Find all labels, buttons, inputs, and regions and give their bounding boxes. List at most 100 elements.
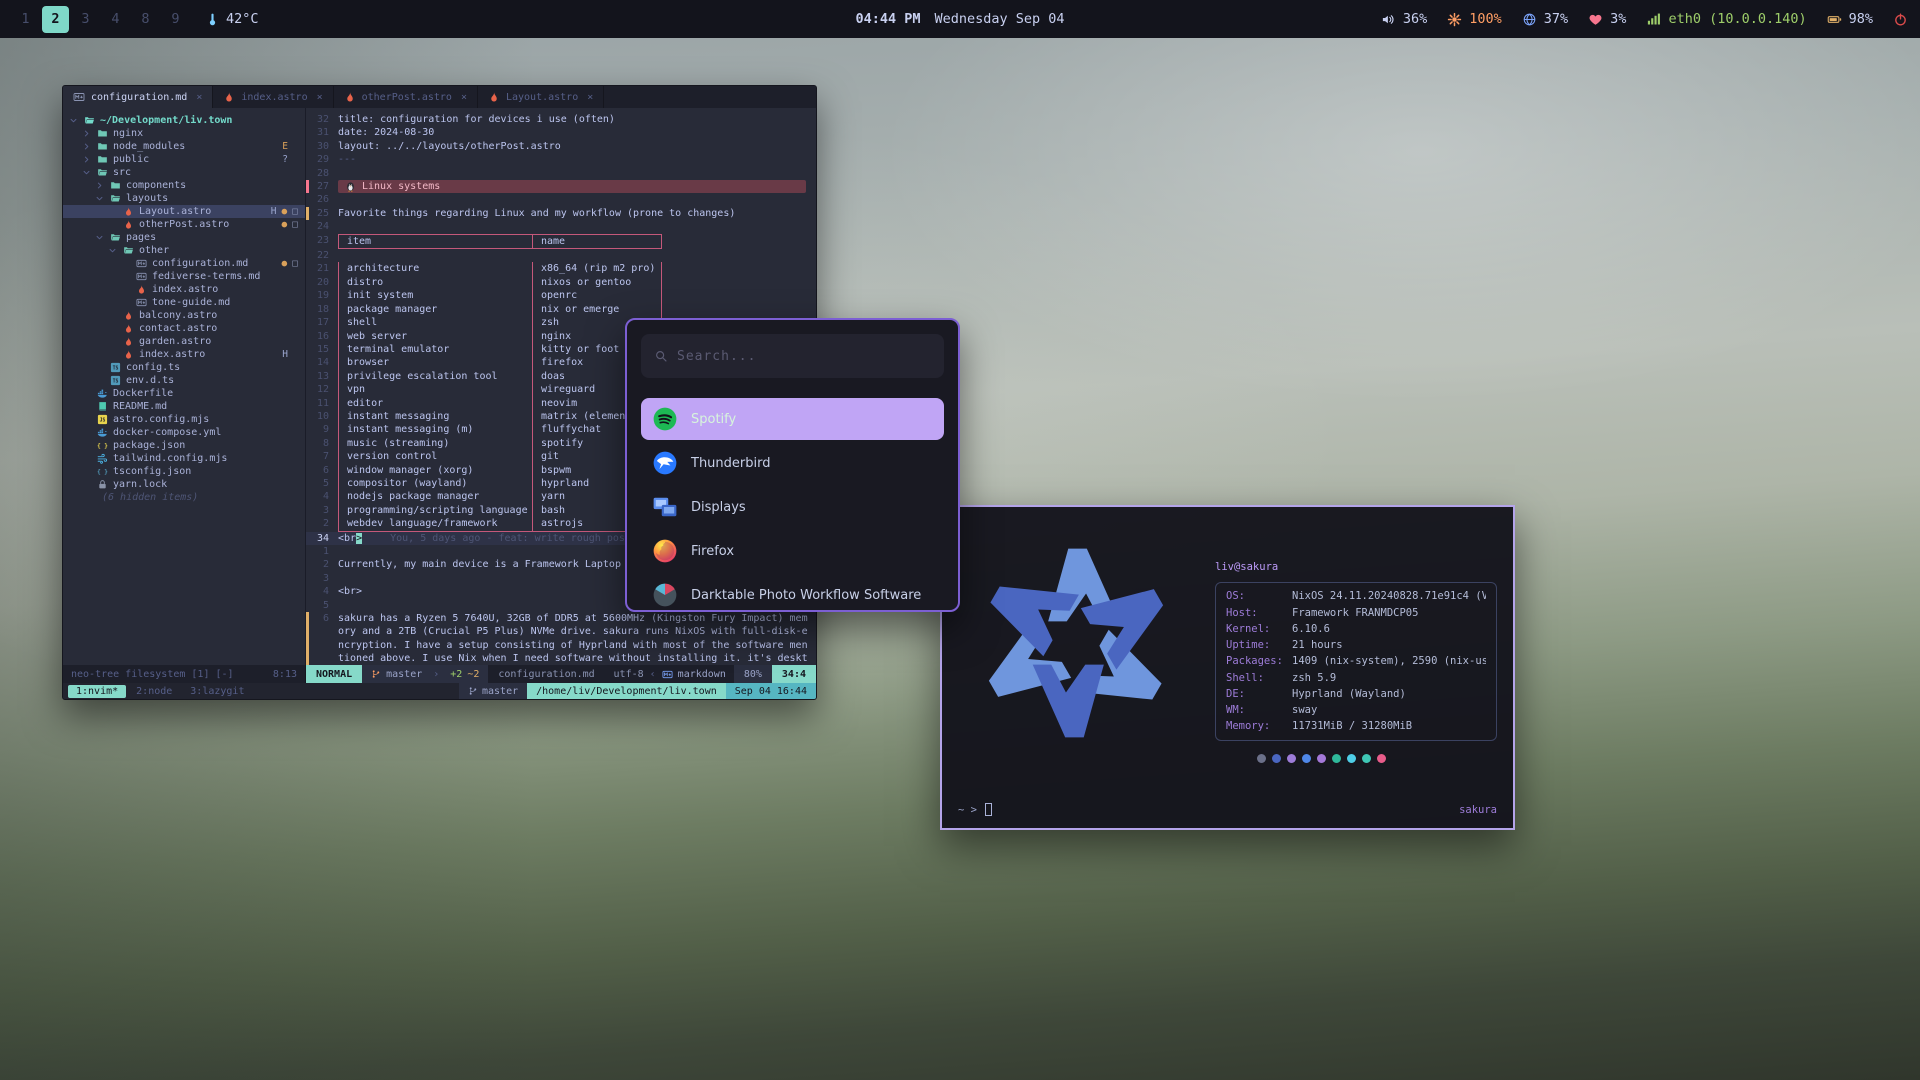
tree-item[interactable]: contact.astro	[63, 322, 305, 335]
tree-item[interactable]: other	[63, 244, 305, 257]
tab-close-button[interactable]: ×	[587, 92, 593, 103]
table-cell-item: programming/scripting language	[338, 504, 532, 517]
launcher-item[interactable]: Spotify	[641, 398, 944, 440]
tmux-window-tab[interactable]: 1:nvim*	[68, 685, 126, 698]
line-number: 19	[312, 289, 338, 302]
tree-item[interactable]: { } package.json	[63, 439, 305, 452]
gutter-sign	[306, 207, 309, 220]
temperature-module[interactable]: 42°C	[205, 11, 259, 27]
tree-item[interactable]: README.md	[63, 400, 305, 413]
tree-item[interactable]: tone-guide.md	[63, 296, 305, 309]
launcher-item-label: Thunderbird	[691, 456, 771, 471]
line-text: title: configuration for devices i use (…	[338, 113, 615, 126]
tree-item[interactable]: garden.astro	[63, 335, 305, 348]
tree-item[interactable]: public ?	[63, 153, 305, 166]
tree-item[interactable]: { } tsconfig.json	[63, 465, 305, 478]
launcher-item[interactable]: Thunderbird	[641, 442, 944, 484]
tree-item[interactable]: layouts	[63, 192, 305, 205]
tree-item[interactable]: tailwind.config.mjs	[63, 452, 305, 465]
palette-dot	[1347, 754, 1356, 763]
line-number: 1	[312, 545, 338, 558]
tree-item[interactable]: index.astro H	[63, 348, 305, 361]
tree-item[interactable]: fediverse-terms.md	[63, 270, 305, 283]
file-type-icon: { }	[97, 466, 108, 477]
tree-item[interactable]: otherPost.astro ● □	[63, 218, 305, 231]
workspace-button[interactable]: 8	[132, 6, 159, 33]
gutter-sign	[306, 383, 309, 396]
tmux-window-tab[interactable]: 2:node	[128, 685, 180, 698]
status-module[interactable]: 3%	[1588, 11, 1626, 27]
table-cell-item: instant messaging	[338, 410, 532, 423]
table-cell-name: nixos or gentoo	[532, 276, 662, 289]
editor-tab[interactable]: otherPost.astro ×	[334, 86, 478, 108]
tree-item[interactable]: JS astro.config.mjs	[63, 413, 305, 426]
workspace-button[interactable]: 3	[72, 6, 99, 33]
gutter-sign	[306, 423, 309, 436]
tree-item[interactable]: ~/Development/liv.town	[63, 114, 305, 127]
power-button[interactable]	[1893, 12, 1908, 27]
git-branch-name: master	[386, 669, 422, 680]
gutter-sign	[306, 599, 309, 612]
tmux-branch-name: master	[482, 686, 518, 697]
clock-module[interactable]: 04:44 PM Wednesday Sep 04	[855, 11, 1064, 27]
workspace-button[interactable]: 9	[162, 6, 189, 33]
tree-item[interactable]: TS config.ts	[63, 361, 305, 374]
module-value: 100%	[1469, 11, 1502, 27]
status-module[interactable]: eth0 (10.0.0.140)	[1646, 11, 1806, 27]
tree-item[interactable]: TS env.d.ts	[63, 374, 305, 387]
line-number: 7	[312, 450, 338, 463]
workspace-button[interactable]: 2	[42, 6, 69, 33]
table-header-name: name	[532, 234, 662, 249]
gutter-sign	[306, 289, 309, 302]
launcher-item-label: Darktable Photo Workflow Software	[691, 588, 921, 603]
tmux-window-tab[interactable]: 3:lazygit	[182, 685, 252, 698]
search-input[interactable]	[677, 349, 931, 364]
tree-item[interactable]: yarn.lock	[63, 478, 305, 491]
status-module[interactable]: 98%	[1827, 11, 1873, 27]
tree-item[interactable]: configuration.md ● □	[63, 257, 305, 270]
gutter-sign	[306, 193, 309, 206]
workspace-button[interactable]: 1	[12, 6, 39, 33]
launcher-item[interactable]: Displays	[641, 486, 944, 528]
git-status-badge: H	[271, 206, 277, 217]
status-module[interactable]: 37%	[1522, 11, 1568, 27]
file-type-icon	[97, 427, 108, 438]
tree-item[interactable]: src	[63, 166, 305, 179]
tree-item[interactable]: pages	[63, 231, 305, 244]
buffer-line: 30 layout: ../../layouts/otherPost.astro	[306, 140, 816, 153]
heading-text: Linux systems	[362, 180, 440, 193]
gutter-sign	[306, 490, 309, 503]
gutter-sign	[306, 167, 309, 180]
tree-item[interactable]: (6 hidden items)	[63, 491, 305, 504]
tab-close-button[interactable]: ×	[461, 92, 467, 103]
editor-tab[interactable]: index.astro ×	[213, 86, 333, 108]
system-info-line: DE: Hyprland (Wayland)	[1226, 686, 1486, 702]
tree-item[interactable]: Layout.astro H ● □	[63, 205, 305, 218]
editor-tab[interactable]: Layout.astro ×	[478, 86, 604, 108]
editor-tab[interactable]: configuration.md ×	[63, 86, 213, 108]
tree-item[interactable]: Dockerfile	[63, 387, 305, 400]
buffer-line: 26	[306, 193, 816, 206]
tree-item[interactable]: node_modules E	[63, 140, 305, 153]
tab-close-button[interactable]: ×	[196, 92, 202, 103]
table-cell-item: instant messaging (m)	[338, 423, 532, 436]
table-separator-line: 22	[306, 249, 816, 262]
status-module[interactable]: 36%	[1381, 11, 1427, 27]
status-module[interactable]: 100%	[1447, 11, 1502, 27]
system-info-line: Memory: 11731MiB / 31280MiB	[1226, 718, 1486, 734]
tree-item-label: config.ts	[126, 362, 180, 373]
tree-item[interactable]: index.astro	[63, 283, 305, 296]
shell-prompt-row[interactable]: ~ > sakura	[958, 802, 1497, 818]
workspace-button[interactable]: 4	[102, 6, 129, 33]
file-type-icon	[97, 167, 108, 178]
battery-icon	[1827, 12, 1842, 27]
tab-close-button[interactable]: ×	[317, 92, 323, 103]
search-bar[interactable]	[641, 334, 944, 378]
tree-item[interactable]: docker-compose.yml	[63, 426, 305, 439]
tree-item[interactable]: balcony.astro	[63, 309, 305, 322]
tree-item[interactable]: components	[63, 179, 305, 192]
launcher-item[interactable]: Firefox	[641, 530, 944, 572]
launcher-item[interactable]: Darktable Photo Workflow Software	[641, 574, 944, 612]
tree-item[interactable]: nginx	[63, 127, 305, 140]
modified-dot: ●	[282, 258, 288, 269]
